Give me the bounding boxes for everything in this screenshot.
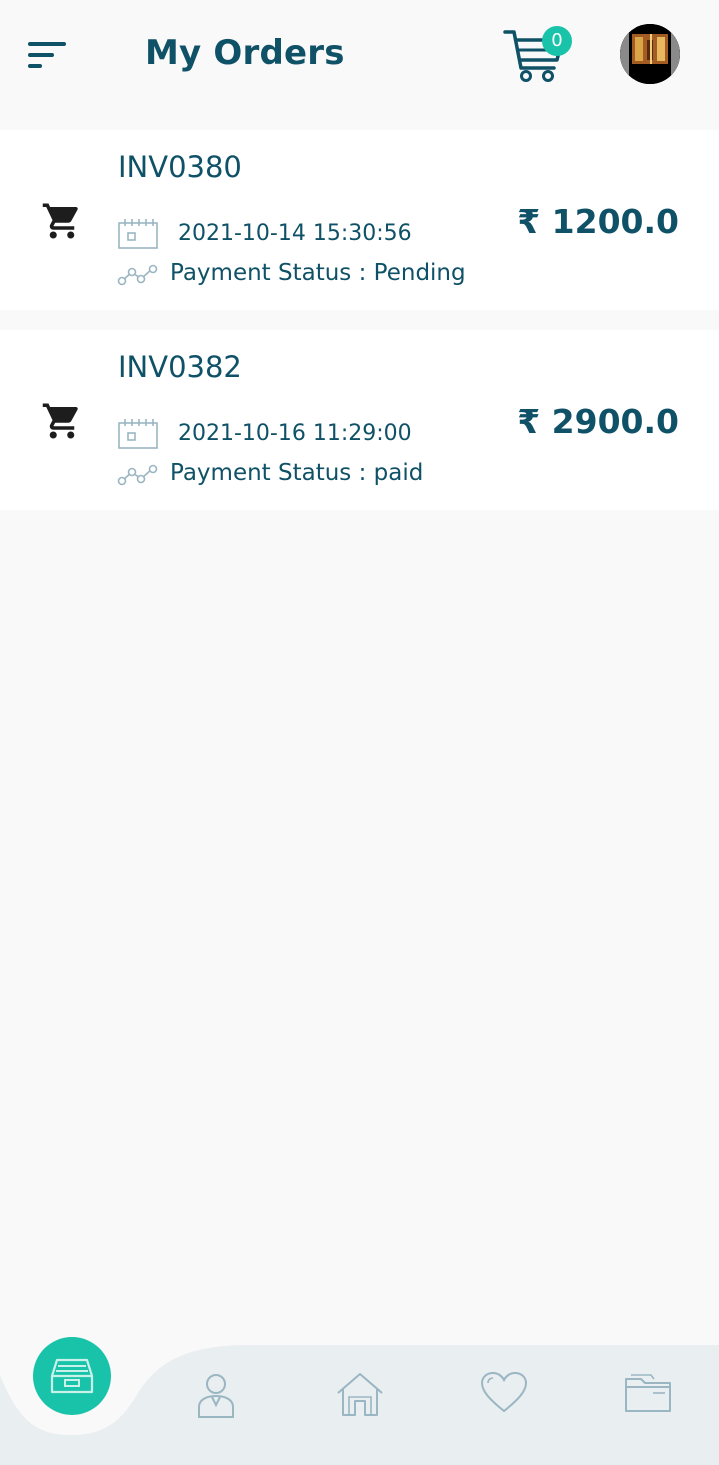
top-bar: My Orders 0 <box>0 0 719 110</box>
bottom-navigation <box>0 1335 719 1465</box>
cart-count-badge: 0 <box>542 26 572 56</box>
progress-nodes-icon <box>117 264 158 286</box>
folder-icon <box>625 1374 671 1412</box>
order-card[interactable]: INV0380 2021-10-14 15:30:56 Payment Stat… <box>0 130 719 310</box>
calendar-icon <box>118 219 158 249</box>
home-icon <box>337 1373 383 1416</box>
order-date: 2021-10-14 15:30:56 <box>178 221 412 246</box>
payment-status: Payment Status : paid <box>170 460 424 486</box>
heart-icon <box>480 1371 528 1413</box>
payment-status: Payment Status : Pending <box>170 260 466 286</box>
order-date: 2021-10-16 11:29:00 <box>178 421 412 446</box>
nav-folder-button[interactable] <box>620 1371 676 1421</box>
avatar[interactable] <box>620 24 680 84</box>
app-root: My Orders 0 INV0380 2021-10-14 15:30:56 … <box>0 0 719 1465</box>
calendar-icon <box>118 419 158 449</box>
nav-orders-button[interactable] <box>33 1337 111 1415</box>
nav-home-button[interactable] <box>332 1371 388 1421</box>
page-title: My Orders <box>145 33 345 73</box>
menu-icon[interactable] <box>28 40 68 70</box>
order-card[interactable]: INV0382 2021-10-16 11:29:00 Payment Stat… <box>0 330 719 510</box>
profile-icon <box>198 1374 234 1418</box>
invoice-number: INV0380 <box>118 150 242 184</box>
avatar-image <box>620 24 680 84</box>
cart-icon <box>42 403 78 439</box>
invoice-number: INV0382 <box>118 350 242 384</box>
orders-icon <box>50 1358 94 1394</box>
order-amount: ₹ 2900.0 <box>517 402 679 441</box>
cart-icon <box>42 203 78 239</box>
progress-nodes-icon <box>117 464 158 486</box>
nav-favorites-button[interactable] <box>476 1371 532 1421</box>
nav-profile-button[interactable] <box>188 1371 244 1421</box>
order-amount: ₹ 1200.0 <box>517 202 679 241</box>
